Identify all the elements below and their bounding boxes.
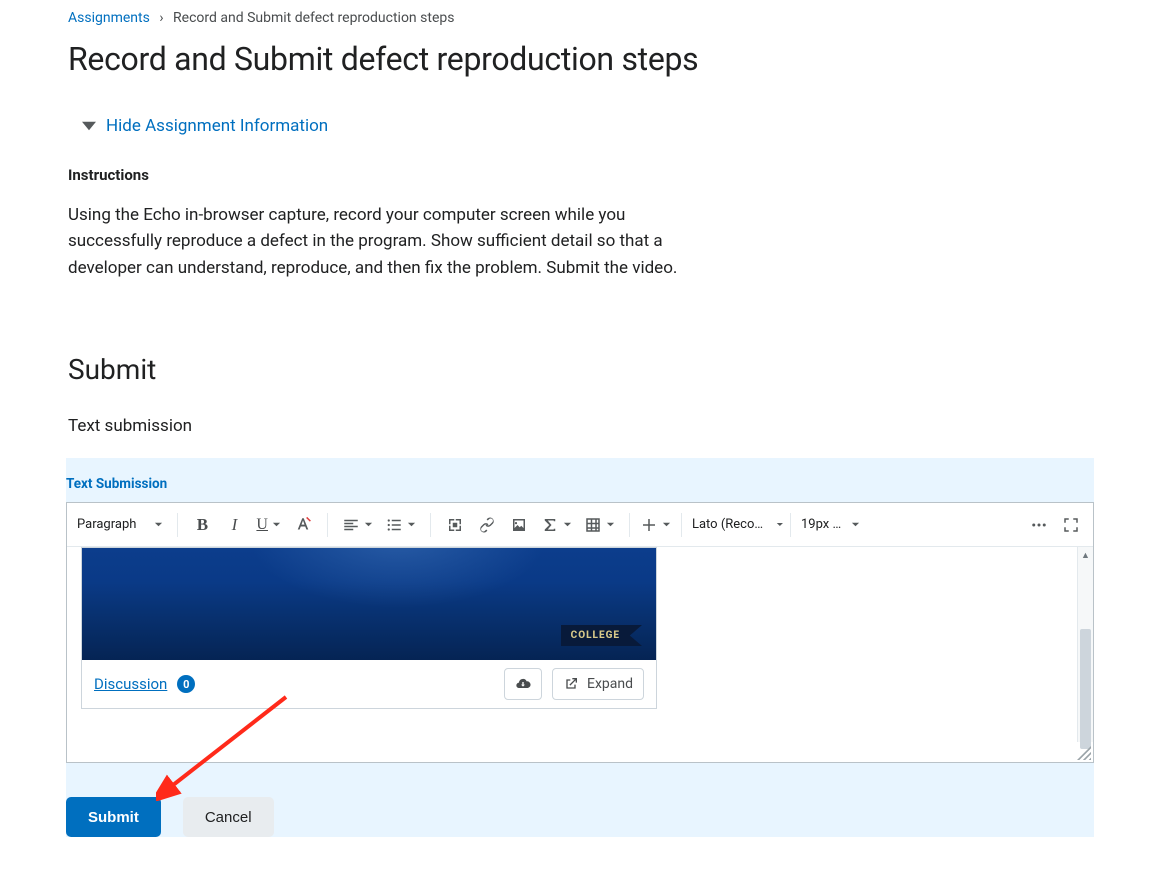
list-button[interactable] [379, 509, 422, 541]
toolbar-divider [177, 513, 178, 537]
media-card-footer: Discussion 0 Expand [82, 660, 656, 708]
download-button[interactable] [504, 668, 542, 700]
resize-handle[interactable] [1077, 746, 1091, 760]
media-thumbnail[interactable]: COLLEGE [82, 548, 656, 660]
chevron-down-icon [851, 520, 860, 529]
breadcrumb-current: Record and Submit defect reproduction st… [173, 10, 454, 26]
cloud-download-icon [515, 676, 531, 692]
scroll-up-arrow[interactable]: ▲ [1078, 547, 1093, 563]
college-pennant: COLLEGE [561, 625, 642, 646]
breadcrumb: Assignments › Record and Submit defect r… [68, 10, 1092, 26]
instructions-label: Instructions [68, 166, 1092, 184]
toolbar-divider [629, 513, 630, 537]
chevron-down-icon [563, 520, 572, 529]
expand-label: Expand [587, 676, 633, 692]
external-link-icon [563, 676, 579, 692]
chevron-down-icon [272, 520, 281, 529]
paragraph-format-label: Paragraph [77, 517, 136, 532]
toolbar-divider [327, 513, 328, 537]
insert-stuff-icon [446, 516, 464, 534]
table-icon [584, 516, 602, 534]
sigma-icon [541, 516, 559, 534]
editor-panel: Text Submission Paragraph B I U [66, 458, 1094, 837]
editor-content-area[interactable]: COLLEGE Discussion 0 Expand [67, 547, 1093, 762]
bullet-list-icon [385, 516, 403, 534]
chevron-down-icon [154, 520, 163, 529]
underline-icon: U [256, 516, 268, 534]
expand-button[interactable]: Expand [552, 668, 644, 700]
rich-text-editor: Paragraph B I U [66, 502, 1094, 763]
cancel-button[interactable]: Cancel [183, 797, 274, 837]
link-icon [478, 516, 496, 534]
insert-image-button[interactable] [503, 509, 535, 541]
chevron-down-icon [606, 520, 615, 529]
submit-heading: Submit [68, 353, 1092, 386]
text-color-button[interactable] [287, 509, 319, 541]
more-actions-button[interactable] [1023, 509, 1055, 541]
editor-label: Text Submission [66, 476, 1094, 492]
align-left-icon [342, 516, 360, 534]
instructions-text: Using the Echo in-browser capture, recor… [68, 202, 708, 281]
vertical-scrollbar[interactable]: ▲ [1077, 547, 1093, 742]
embedded-media-card: COLLEGE Discussion 0 Expand [81, 547, 657, 709]
italic-icon: I [232, 515, 238, 535]
paragraph-format-select[interactable]: Paragraph [73, 509, 173, 541]
breadcrumb-separator: › [159, 10, 163, 26]
ellipsis-icon [1030, 516, 1048, 534]
caret-down-icon [82, 119, 96, 133]
underline-button[interactable]: U [250, 509, 287, 541]
chevron-down-icon [776, 520, 784, 529]
submit-button[interactable]: Submit [66, 797, 161, 837]
font-size-label: 19px … [801, 517, 841, 532]
chevron-down-icon [662, 520, 671, 529]
editor-toolbar: Paragraph B I U [67, 503, 1093, 547]
discussion-link[interactable]: Discussion [94, 675, 167, 693]
plus-icon [640, 516, 658, 534]
insert-link-button[interactable] [471, 509, 503, 541]
font-size-select[interactable]: 19px … [795, 509, 862, 541]
insert-plus-button[interactable] [634, 509, 677, 541]
toolbar-divider [430, 513, 431, 537]
italic-button[interactable]: I [218, 509, 250, 541]
bold-button[interactable]: B [186, 509, 218, 541]
discussion-count-badge: 0 [177, 675, 195, 693]
text-submission-subheading: Text submission [68, 416, 1092, 436]
bold-icon: B [197, 515, 208, 535]
font-family-select[interactable]: Lato (Recom... [686, 509, 786, 541]
image-icon [510, 516, 528, 534]
hide-info-label: Hide Assignment Information [106, 116, 328, 136]
toolbar-divider [681, 513, 682, 537]
fullscreen-icon [1062, 516, 1080, 534]
hide-assignment-info-toggle[interactable]: Hide Assignment Information [82, 116, 328, 136]
scrollbar-thumb[interactable] [1080, 629, 1091, 749]
chevron-down-icon [407, 520, 416, 529]
align-button[interactable] [336, 509, 379, 541]
table-button[interactable] [578, 509, 621, 541]
insert-stuff-button[interactable] [439, 509, 471, 541]
page-title: Record and Submit defect reproduction st… [68, 40, 1092, 78]
font-family-label: Lato (Recom... [692, 517, 764, 532]
equation-button[interactable] [535, 509, 578, 541]
chevron-down-icon [364, 520, 373, 529]
breadcrumb-root-link[interactable]: Assignments [68, 10, 150, 26]
fullscreen-button[interactable] [1055, 509, 1087, 541]
text-color-icon [294, 516, 312, 534]
toolbar-divider [790, 513, 791, 537]
